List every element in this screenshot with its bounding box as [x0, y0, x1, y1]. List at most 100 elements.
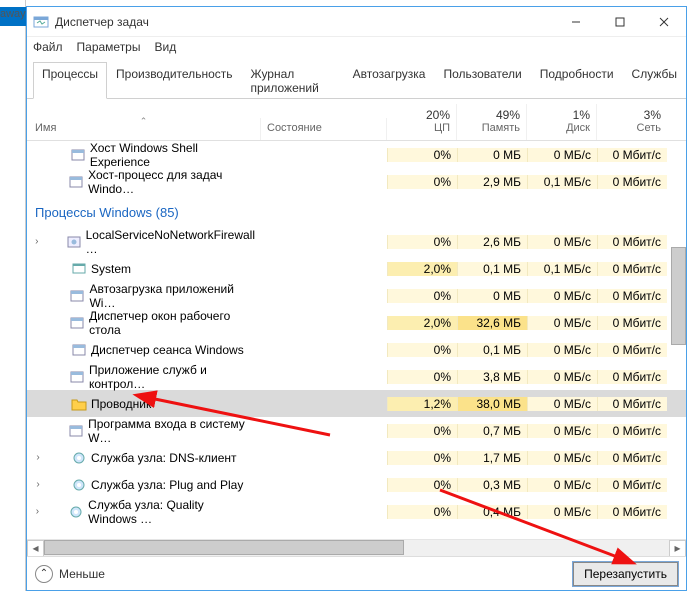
process-row[interactable]: Программа входа в систему W…0%0,7 МБ0 МБ… [27, 417, 686, 444]
process-memory: 0 МБ [457, 148, 527, 162]
process-disk: 0,1 МБ/c [527, 175, 597, 189]
process-cpu: 0% [387, 148, 457, 162]
process-memory: 2,6 МБ [457, 235, 527, 249]
process-icon [70, 147, 86, 163]
tab-details[interactable]: Подробности [531, 62, 623, 99]
process-name: Программа входа в систему W… [88, 417, 255, 445]
menu-file[interactable]: Файл [33, 40, 63, 54]
vertical-scrollbar[interactable] [669, 141, 686, 539]
scrollbar-thumb[interactable] [671, 247, 686, 345]
process-row[interactable]: › LocalServiceNoNetworkFirewall … 0%2,6 МБ… [27, 228, 686, 255]
process-cpu: 0% [387, 370, 457, 384]
process-row[interactable]: Автозагрузка приложений Wi…0%0 МБ0 МБ/c0… [27, 282, 686, 309]
close-button[interactable] [642, 8, 686, 36]
process-name-cell: Автозагрузка приложений Wi… [27, 282, 261, 310]
scrollbar-track[interactable] [44, 540, 669, 557]
process-icon [68, 504, 84, 520]
process-icon [71, 261, 87, 277]
process-network: 0 Мбит/с [597, 424, 667, 438]
process-network: 0 Мбит/с [597, 505, 667, 519]
process-row[interactable]: Проводник1,2%38,0 МБ0 МБ/c0 Мбит/с [27, 390, 686, 417]
process-row[interactable]: ›Служба узла: DNS-клиент0%1,7 МБ0 МБ/c0 … [27, 444, 686, 471]
process-memory: 38,0 МБ [457, 397, 527, 411]
footer: ⌃ Меньше Перезапустить [27, 556, 686, 590]
fewer-label: Меньше [59, 567, 105, 581]
process-row[interactable]: Диспетчер окон рабочего стола2,0%32,6 МБ… [27, 309, 686, 336]
process-network: 0 Мбит/с [597, 451, 667, 465]
process-cpu: 0% [387, 235, 457, 249]
process-disk: 0 МБ/c [527, 505, 597, 519]
column-state[interactable]: Состояние [261, 118, 387, 140]
fewer-details-button[interactable]: ⌃ Меньше [35, 565, 105, 583]
disk-label: Диск [566, 122, 590, 134]
process-name: System [91, 262, 131, 276]
process-memory: 0,1 МБ [457, 343, 527, 357]
process-list[interactable]: Хост Windows Shell Experience0%0 МБ0 МБ/… [27, 141, 686, 539]
scroll-right-icon[interactable]: ▸ [669, 540, 686, 557]
process-row[interactable]: Хост-процесс для задач Windo…0%2,9 МБ0,1… [27, 168, 686, 195]
expand-icon[interactable]: › [31, 506, 44, 517]
column-memory[interactable]: 49%Память [457, 104, 527, 140]
column-disk[interactable]: 1%Диск [527, 104, 597, 140]
window-title: Диспетчер задач [55, 15, 554, 29]
process-disk: 0 МБ/c [527, 424, 597, 438]
process-row[interactable]: ›Служба узла: Quality Windows …0%0,4 МБ0… [27, 498, 686, 525]
process-disk: 0 МБ/c [527, 316, 597, 330]
process-row[interactable]: Хост Windows Shell Experience0%0 МБ0 МБ/… [27, 141, 686, 168]
horizontal-scrollbar[interactable]: ◂ ▸ [27, 539, 686, 556]
process-name-cell: ›Служба узла: Quality Windows … [27, 498, 261, 526]
expand-icon[interactable]: › [31, 479, 45, 490]
expand-icon[interactable]: › [31, 452, 45, 463]
column-name[interactable]: ⌃ Имя [27, 118, 261, 140]
process-network: 0 Мбит/с [597, 289, 667, 303]
process-memory: 0,3 МБ [457, 478, 527, 492]
process-cpu: 0% [387, 175, 457, 189]
process-name-cell: Хост Windows Shell Experience [27, 141, 261, 169]
cpu-label: ЦП [434, 122, 450, 134]
restart-button[interactable]: Перезапустить [573, 562, 678, 586]
scrollbar-thumb-h[interactable] [44, 540, 404, 555]
process-memory: 3,8 МБ [457, 370, 527, 384]
process-name: Приложение служб и контрол… [89, 363, 255, 391]
process-name-cell: › LocalServiceNoNetworkFirewall … [27, 228, 261, 256]
process-icon [68, 174, 84, 190]
process-memory: 0 МБ [457, 289, 527, 303]
process-cpu: 0% [387, 451, 457, 465]
menu-options[interactable]: Параметры [77, 40, 141, 54]
expand-icon[interactable]: › [31, 236, 43, 247]
process-disk: 0 МБ/c [527, 451, 597, 465]
process-icon [69, 369, 85, 385]
tab-users[interactable]: Пользователи [434, 62, 530, 99]
maximize-button[interactable] [598, 8, 642, 36]
scroll-left-icon[interactable]: ◂ [27, 540, 44, 557]
tab-startup[interactable]: Автозагрузка [344, 62, 435, 99]
process-icon [71, 342, 87, 358]
process-cpu: 0% [387, 424, 457, 438]
tab-services[interactable]: Службы [623, 62, 686, 99]
process-icon [66, 234, 82, 250]
process-network: 0 Мбит/с [597, 343, 667, 357]
process-name-cell: Диспетчер сеанса Windows [27, 342, 261, 358]
net-label: Сеть [637, 122, 661, 134]
process-name-cell: Приложение служб и контрол… [27, 363, 261, 391]
tab-app-history[interactable]: Журнал приложений [242, 62, 344, 99]
process-cpu: 0% [387, 478, 457, 492]
process-name-cell: Проводник [27, 396, 261, 412]
minimize-button[interactable] [554, 8, 598, 36]
process-icon [71, 477, 87, 493]
process-icon [69, 315, 85, 331]
process-row[interactable]: Диспетчер сеанса Windows0%0,1 МБ0 МБ/c0 … [27, 336, 686, 363]
process-row[interactable]: ›Служба узла: Plug and Play0%0,3 МБ0 МБ/… [27, 471, 686, 498]
process-name: Хост Windows Shell Experience [90, 141, 255, 169]
tab-performance[interactable]: Производительность [107, 62, 241, 99]
process-row[interactable]: System2,0%0,1 МБ0,1 МБ/c0 Мбит/с [27, 255, 686, 282]
background-edge [0, 0, 26, 591]
column-cpu[interactable]: 20%ЦП [387, 104, 457, 140]
tab-processes[interactable]: Процессы [33, 62, 107, 99]
column-network[interactable]: 3%Сеть [597, 104, 667, 140]
process-name: LocalServiceNoNetworkFirewall … [86, 228, 255, 256]
process-row[interactable]: Приложение служб и контрол…0%3,8 МБ0 МБ/… [27, 363, 686, 390]
process-network: 0 Мбит/с [597, 235, 667, 249]
menu-view[interactable]: Вид [154, 40, 176, 54]
process-memory: 0,4 МБ [457, 505, 527, 519]
